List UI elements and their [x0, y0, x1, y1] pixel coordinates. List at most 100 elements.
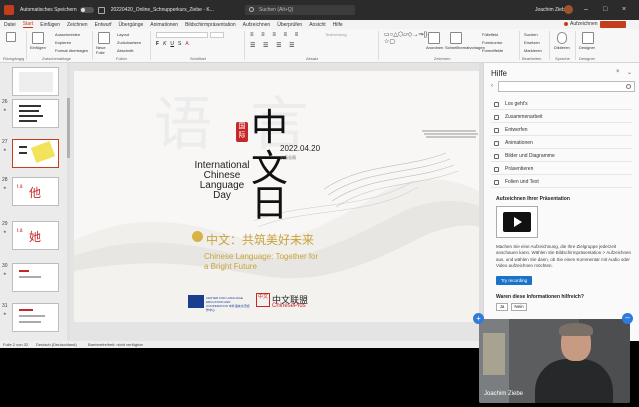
paste-icon[interactable]: [32, 32, 44, 44]
designer-icon[interactable]: [582, 32, 594, 44]
help-topic[interactable]: Bilder und Diagramme: [491, 150, 632, 162]
shapes-gallery[interactable]: ▭○△⬡▱◇→⇒{}☆▢: [384, 32, 427, 54]
slide-star-icon: ★: [3, 271, 7, 276]
divider: [378, 31, 379, 60]
status-bar: Folie 2 von 32 Deutsch (Deutschland) Bar…: [0, 341, 479, 348]
tab-zeichnen[interactable]: Zeichnen: [67, 22, 88, 28]
more-options-icon[interactable]: ⌄: [627, 69, 632, 76]
reset-button[interactable]: Zurücksetzen: [117, 40, 141, 45]
replace-button[interactable]: Ersetzen: [524, 40, 540, 45]
back-icon[interactable]: ‹: [491, 83, 493, 89]
close-icon[interactable]: ×: [622, 6, 626, 13]
minimize-icon[interactable]: –: [584, 6, 588, 13]
help-topic[interactable]: Entwerfen: [491, 124, 632, 136]
slide-thumbnail[interactable]: [12, 99, 59, 128]
tab-datei[interactable]: Datei: [4, 22, 16, 28]
record-button[interactable]: Aufzeichnen: [564, 20, 598, 28]
slide-thumbnail[interactable]: 她 t.ā: [12, 221, 59, 250]
tab-bildschirmpraesentation[interactable]: Bildschirmpräsentation: [185, 22, 236, 28]
arrange-button[interactable]: Anordnen: [426, 45, 443, 50]
font-format-buttons[interactable]: FKUSA: [156, 41, 232, 47]
paragraph-group-label: Absatz: [306, 56, 319, 61]
slide-thumbnail[interactable]: [12, 263, 59, 292]
shape-effects-button[interactable]: Formeffekte: [482, 48, 503, 53]
layout-button[interactable]: Layout: [117, 32, 129, 37]
help-search-input[interactable]: [498, 81, 635, 92]
save-icon[interactable]: [97, 6, 105, 14]
help-topic[interactable]: Folien und Text: [491, 176, 632, 188]
tab-einfuegen[interactable]: Einfügen: [40, 22, 60, 28]
slide-thumbnail[interactable]: 他 t.ā: [12, 177, 59, 206]
video-thumbnail[interactable]: [496, 206, 538, 238]
clec-logo-text: CENTER FOR LANGUAGE EDUCATION AND COOPER…: [206, 296, 250, 312]
current-slide[interactable]: 语 言 国际 中 文 日 2022.04.20 农历谷雨 Internation…: [74, 71, 479, 322]
user-name[interactable]: Joachim Ziebe: [535, 0, 568, 20]
font-name-dropdown[interactable]: [156, 32, 208, 38]
paragraph-buttons[interactable]: ≡ ≡ ≡ ≡ ≡: [250, 32, 320, 38]
webcam-video[interactable]: Joachim Ziebe: [479, 319, 630, 403]
slide-star-icon: ★: [3, 107, 7, 112]
text-direction-button[interactable]: Textrichtung: [325, 32, 347, 37]
tab-ueberpruefen[interactable]: Überprüfen: [277, 22, 302, 28]
dictate-button[interactable]: Diktieren: [554, 45, 570, 50]
topic-icon: [494, 115, 499, 120]
topic-icon: [494, 180, 499, 185]
minimize-video-icon[interactable]: –: [622, 313, 633, 324]
tab-start[interactable]: Start: [22, 21, 34, 28]
paste-button[interactable]: Einfügen: [30, 45, 46, 50]
try-recording-button[interactable]: Try recording: [496, 276, 532, 285]
tab-entwurf[interactable]: Entwurf: [95, 22, 112, 28]
shape-fill-button[interactable]: Fülleffekt: [482, 32, 498, 37]
help-section-title: Aufzeichnen Ihrer Präsentation: [496, 196, 570, 202]
webcam-person-hair: [559, 323, 593, 336]
arrange-icon[interactable]: [428, 32, 440, 44]
copy-button[interactable]: Kopieren: [55, 40, 71, 45]
share-button[interactable]: [600, 21, 626, 28]
slide-number: 28: [2, 177, 8, 183]
editing-group-label: Bearbeiten: [522, 56, 542, 61]
cut-button[interactable]: Ausschneiden: [55, 32, 80, 37]
title-bar: Automatisches Speichern 20220420_Online_…: [0, 0, 639, 20]
quick-styles-icon[interactable]: [450, 32, 462, 44]
format-painter-button[interactable]: Format übertragen: [55, 48, 88, 53]
help-paragraph: Machen Sie eine Aufzeichnung, die Ihre Z…: [496, 244, 631, 268]
language-status[interactable]: Deutsch (Deutschland): [36, 341, 77, 348]
chineseplus-logo-english: ChinesePlus: [272, 303, 306, 309]
slide-thumbnail[interactable]: [12, 303, 59, 332]
alignment-buttons[interactable]: ☰ ☰ ☰ ☰: [250, 42, 320, 49]
new-slide-icon[interactable]: [98, 32, 110, 44]
slide-thumbnail-selected[interactable]: [12, 139, 59, 168]
microphone-icon[interactable]: [557, 32, 567, 44]
help-topic[interactable]: Los geht's: [491, 98, 632, 110]
autosave-toggle[interactable]: [79, 7, 94, 13]
slide-thumbnail-panel[interactable]: 26 ★ 27 ★ 28 他 t.ā ★ 29 她 t.ā ★ 30 ★ 31 …: [0, 63, 70, 341]
section-button[interactable]: Abschnitt: [117, 48, 133, 53]
tab-ansicht[interactable]: Ansicht: [309, 22, 325, 28]
select-button[interactable]: Markieren: [524, 48, 542, 53]
feedback-yes-button[interactable]: Ja: [496, 303, 508, 311]
search-box[interactable]: Suchen (Alt+Q): [245, 5, 355, 15]
slide-number: 30: [2, 263, 8, 269]
help-close-icon[interactable]: ×: [616, 69, 620, 75]
document-title[interactable]: 20220420_Online_Schnupperkurs_Ziebe - K.…: [111, 7, 214, 13]
tab-hilfe[interactable]: Hilfe: [333, 22, 343, 28]
tab-uebergaenge[interactable]: Übergänge: [119, 22, 144, 28]
undo-icon[interactable]: [6, 32, 16, 42]
help-topic[interactable]: Präsentieren: [491, 163, 632, 175]
add-icon[interactable]: +: [473, 313, 484, 324]
help-topic[interactable]: Animationen: [491, 137, 632, 149]
tab-aufzeichnen[interactable]: Aufzeichnen: [243, 22, 271, 28]
accessibility-status[interactable]: Barrierefreiheit: nicht verfügbar: [88, 341, 143, 348]
find-button[interactable]: Suchen: [524, 32, 538, 37]
slide-thumbnail[interactable]: [12, 67, 59, 96]
shape-outline-button[interactable]: Formkontur: [482, 40, 502, 45]
font-size-dropdown[interactable]: [210, 32, 224, 38]
feedback-no-button[interactable]: Nein: [511, 303, 527, 311]
designer-button[interactable]: Designer: [579, 45, 595, 50]
tab-animationen[interactable]: Animationen: [150, 22, 178, 28]
new-slide-button[interactable]: Neue Folie: [96, 45, 114, 55]
help-topic[interactable]: Zusammenarbeit: [491, 111, 632, 123]
quick-styles-button[interactable]: Schnellformatvorlagen: [445, 45, 485, 50]
maximize-icon[interactable]: □: [603, 6, 607, 13]
avatar[interactable]: [564, 5, 573, 14]
